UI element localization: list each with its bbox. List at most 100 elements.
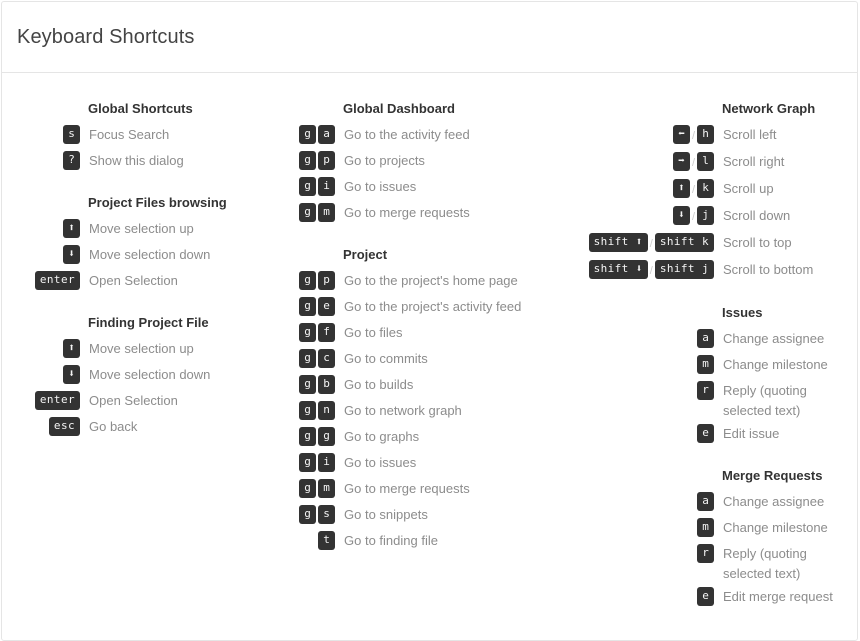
key-separator: /: [691, 157, 695, 169]
shortcut-description: Go to the activity feed: [344, 127, 470, 142]
keycap-g: g: [299, 453, 316, 473]
keycap-e: e: [697, 424, 714, 444]
shortcut-row: enter Open Selection: [2, 388, 277, 414]
keycap-g: g: [299, 125, 316, 145]
column-right: Network Graph ⬅ / h Scroll left ➡ / l Scroll rig…: [572, 101, 857, 610]
shortcut-row: g a Go to the activity feed: [287, 122, 562, 148]
keycap-k: k: [697, 179, 714, 199]
group-heading-global-dashboard: Global Dashboard: [343, 101, 455, 116]
shortcut-row: ⬇ / j Scroll down: [572, 203, 847, 230]
keycap-g: g: [299, 427, 316, 447]
keycap-e: e: [318, 297, 335, 317]
shortcut-description: Go to graphs: [344, 429, 420, 444]
column-left: Global Shortcuts s Focus Search? Show this …: [2, 101, 287, 610]
shortcut-description: Move selection down: [89, 367, 211, 382]
key-separator: /: [649, 265, 653, 277]
shortcut-keys: ⬅ / h: [572, 122, 723, 149]
shortcut-description: Reply (quoting selected text): [723, 383, 807, 418]
keycap-m: m: [318, 479, 335, 499]
shortcut-keys: enter: [2, 388, 89, 414]
keycap-l: l: [697, 152, 714, 172]
shortcut-row: r Reply (quoting selected text): [572, 378, 847, 421]
group-heading-project: Project: [343, 247, 388, 262]
shortcut-keys: t: [287, 528, 344, 554]
keycap-enter: enter: [34, 271, 80, 291]
shortcut-description: Go to merge requests: [344, 481, 470, 496]
group-merge-requests: Merge Requests a Change assignee m Change mi…: [572, 468, 847, 610]
shortcut-row: r Reply (quoting selected text): [572, 541, 847, 584]
shortcut-description: Change milestone: [723, 357, 828, 372]
shortcut-keys: ➡ / l: [572, 149, 723, 176]
shift-arrow-down-icon: shift ⬇: [588, 260, 648, 280]
group-project: Project g p Go to the project's home page g e…: [287, 247, 562, 554]
shortcut-row: g p Go to the project's home page: [287, 268, 562, 294]
shortcut-description: Open Selection: [89, 393, 178, 408]
shortcut-row: m Change milestone: [572, 515, 847, 541]
shortcut-description: Scroll up: [723, 181, 774, 196]
keycap-a: a: [318, 125, 335, 145]
shortcut-row: m Change milestone: [572, 352, 847, 378]
keycap-m: m: [318, 203, 335, 223]
shortcut-row: ⬆ Move selection up: [2, 216, 277, 242]
group-heading-finding-project-file: Finding Project File: [88, 315, 209, 330]
group-issues: Issues a Change assignee m Change milestone r…: [572, 305, 847, 447]
arrow-up-icon: ⬆: [672, 179, 690, 199]
shortcut-row: g m Go to merge requests: [287, 476, 562, 502]
shortcut-description: Scroll right: [723, 154, 785, 169]
keycap-g: g: [299, 375, 316, 395]
arrow-down-icon: ⬇: [63, 245, 80, 265]
shortcut-row: e Edit issue: [572, 421, 847, 447]
keycap-e: e: [697, 587, 714, 607]
shortcut-keys: e: [572, 584, 723, 610]
arrow-down-icon: ⬇: [63, 365, 80, 385]
shortcut-row: a Change assignee: [572, 326, 847, 352]
shortcut-row: g b Go to builds: [287, 372, 562, 398]
shortcut-keys: ⬆: [2, 336, 89, 362]
shortcut-description: Go to merge requests: [344, 205, 470, 220]
shortcut-row: g p Go to projects: [287, 148, 562, 174]
shortcut-description: Scroll left: [723, 127, 777, 142]
shortcut-row: e Edit merge request: [572, 584, 847, 610]
shortcut-keys: ge: [287, 294, 344, 320]
shortcut-row: shift ⬆ / shift k Scroll to top: [572, 230, 847, 257]
keycap-a: a: [697, 329, 714, 349]
group-global-shortcuts: Global Shortcuts s Focus Search? Show this …: [2, 101, 277, 174]
keycap-g: g: [299, 297, 316, 317]
shortcut-row: ⬆ Move selection up: [2, 336, 277, 362]
shortcut-description: Go to network graph: [344, 403, 462, 418]
keycap-h: h: [697, 125, 714, 145]
shortcut-row: g e Go to the project's activity feed: [287, 294, 562, 320]
group-heading-network-graph: Network Graph: [722, 101, 816, 116]
keycap-g: g: [299, 401, 316, 421]
shortcut-description: Edit issue: [723, 426, 780, 441]
shortcut-row: g f Go to files: [287, 320, 562, 346]
shortcut-row: ⬆ / k Scroll up: [572, 176, 847, 203]
group-heading-project-files-browsing: Project Files browsing: [88, 195, 227, 210]
shortcut-row: ⬇ Move selection down: [2, 362, 277, 388]
shortcut-keys: gc: [287, 346, 344, 372]
keycap-f: f: [318, 323, 335, 343]
shortcut-row: g g Go to graphs: [287, 424, 562, 450]
shift-arrow-up-icon: shift ⬆: [588, 233, 648, 253]
shortcut-keys: gm: [287, 200, 344, 226]
keycap-t: t: [318, 531, 335, 551]
keycap-p: p: [318, 151, 335, 171]
shortcut-description: Scroll down: [723, 208, 791, 223]
shortcut-keys: ga: [287, 122, 344, 148]
shortcut-keys: m: [572, 352, 723, 378]
shortcut-description: Move selection down: [89, 247, 211, 262]
shortcut-keys: r: [572, 378, 723, 404]
shortcut-keys: s: [2, 122, 89, 148]
keycap-g: g: [299, 323, 316, 343]
keycap-b: b: [318, 375, 335, 395]
keycap-g: g: [299, 349, 316, 369]
shortcut-row: g m Go to merge requests: [287, 200, 562, 226]
shortcut-description: Go to snippets: [344, 507, 428, 522]
keycap-r: r: [697, 381, 714, 401]
shortcut-keys: ⬆: [2, 216, 89, 242]
arrow-up-icon: ⬆: [63, 219, 80, 239]
shortcut-description: Focus Search: [89, 127, 170, 142]
keyboard-shortcuts-panel: Keyboard Shortcuts Global Shortcuts s Focu…: [1, 1, 858, 641]
shortcut-description: Reply (quoting selected text): [723, 546, 807, 581]
shortcut-keys: shift ⬇ / shift j: [572, 257, 723, 284]
